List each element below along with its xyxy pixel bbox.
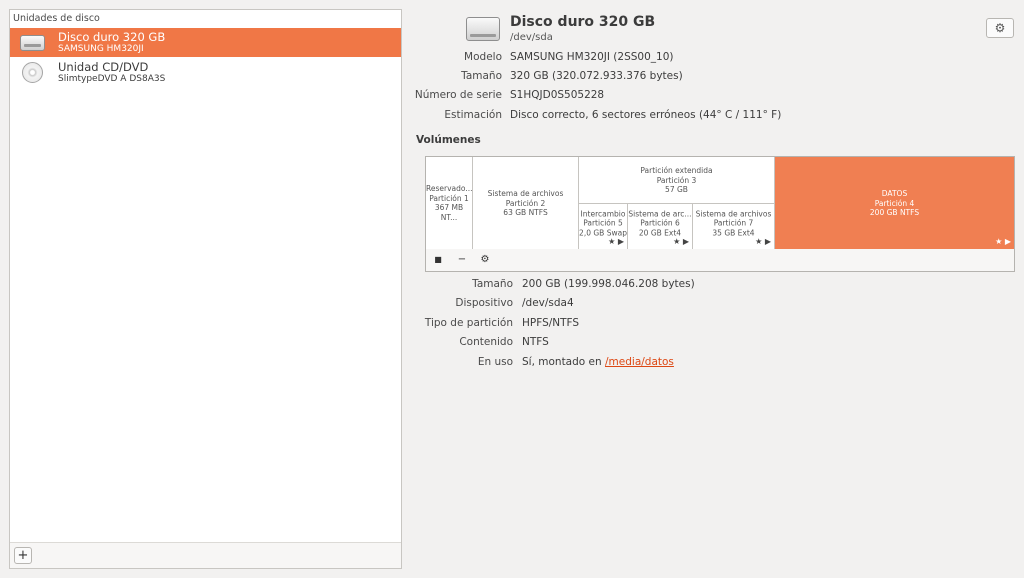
partition-number: Partición 7	[713, 218, 754, 228]
partition-size: 20 GB Ext4	[638, 227, 682, 237]
partition-size: 57 GB	[665, 184, 688, 194]
vol-value-size: 200 GB (199.998.046.208 bytes)	[522, 278, 695, 290]
prop-value-size: 320 GB (320.072.933.376 bytes)	[510, 70, 683, 82]
prop-label-model: Modelo	[464, 51, 502, 63]
partition-label: Intercambio	[580, 208, 626, 218]
partition-number: Partición 6	[640, 218, 680, 228]
disk-device: /dev/sda	[510, 32, 553, 43]
stop-icon[interactable]: ■	[430, 252, 446, 268]
add-button[interactable]: +	[14, 547, 32, 564]
star-play-icon: ★ ▶	[673, 237, 689, 246]
star-play-icon: ★ ▶	[995, 237, 1011, 246]
partition-size: 35 GB Ext4	[712, 227, 755, 237]
partition-label: Partición extendida	[640, 165, 713, 175]
partition-number: Partición 1	[429, 193, 469, 203]
vol-value-type: HPFS/NTFS	[522, 317, 580, 329]
partition-label: Reservado...	[426, 184, 473, 193]
prop-value-model: SAMSUNG HM320JI (2SS00_10)	[510, 51, 674, 63]
partition-label: Sistema de archivos	[487, 188, 564, 198]
partition-6[interactable]: Sistema de arc... Partición 6 20 GB Ext4…	[628, 204, 693, 249]
vol-value-in-use: Sí, montado en /media/datos	[522, 356, 674, 368]
prop-value-serial: S1HQJD0S505228	[510, 89, 605, 101]
drive-model: SAMSUNG HM320JI	[58, 43, 144, 54]
partition-map: Reservado... Partición 1 367 MB NT... Si…	[425, 156, 1015, 250]
vol-label-in-use: En uso	[477, 356, 513, 368]
star-play-icon: ★ ▶	[608, 237, 624, 246]
gear-icon[interactable]: ⚙	[986, 18, 1014, 38]
disk-title: Disco duro 320 GB	[510, 14, 656, 30]
partition-size: 2,0 GB Swap	[579, 227, 627, 237]
partition-number: Partición 2	[505, 198, 546, 208]
partition-extended[interactable]: Partición extendida Partición 3 57 GB	[579, 157, 775, 204]
cd-icon	[20, 61, 46, 84]
partition-1[interactable]: Reservado... Partición 1 367 MB NT...	[426, 157, 473, 249]
partition-size: 63 GB NTFS	[503, 207, 548, 217]
partition-label: Sistema de archivos	[695, 208, 772, 218]
mount-point-link[interactable]: /media/datos	[605, 356, 674, 368]
partition-7[interactable]: Sistema de archivos Partición 7 35 GB Ex…	[693, 204, 775, 249]
partition-number: Partición 3	[656, 175, 697, 185]
partition-number: Partición 4	[874, 198, 915, 208]
prop-label-size: Tamaño	[461, 70, 502, 82]
partition-size: 367 MB NT...	[434, 203, 464, 222]
minus-icon[interactable]: −	[454, 252, 470, 268]
prop-label-serial: Número de serie	[414, 89, 502, 101]
vol-label-content: Contenido	[459, 336, 513, 348]
gear-icon[interactable]: ⚙	[477, 252, 493, 268]
partition-2[interactable]: Sistema de archivos Partición 2 63 GB NT…	[473, 157, 579, 249]
vol-value-device: /dev/sda4	[522, 297, 574, 309]
hdd-icon	[466, 14, 502, 44]
partition-label: DATOS	[881, 188, 908, 198]
partition-label: Sistema de arc...	[628, 208, 692, 218]
vol-label-size: Tamaño	[472, 278, 513, 290]
star-play-icon: ★ ▶	[755, 237, 771, 246]
volumes-title: Volúmenes	[416, 134, 481, 146]
mounted-text: Sí, montado en	[522, 356, 602, 368]
partition-size: 200 GB NTFS	[869, 207, 920, 217]
drive-name: Disco duro 320 GB	[58, 29, 166, 44]
partition-4[interactable]: DATOS Partición 4 200 GB NTFS ★ ▶	[775, 157, 1014, 249]
drive-name: Unidad CD/DVD	[58, 59, 149, 74]
drives-panel-footer: +	[10, 542, 401, 568]
drive-model: SlimtypeDVD A DS8A3S	[58, 73, 166, 84]
hdd-icon	[20, 32, 46, 54]
vol-label-type: Tipo de partición	[424, 317, 513, 329]
prop-value-assessment: Disco correcto, 6 sectores erróneos (44°…	[510, 109, 782, 121]
partition-5[interactable]: Intercambio Partición 5 2,0 GB Swap ★ ▶	[579, 204, 628, 249]
vol-label-device: Dispositivo	[455, 297, 513, 309]
partition-number: Partición 5	[583, 218, 623, 228]
drives-panel-header: Unidades de disco	[13, 13, 100, 24]
vol-value-content: NTFS	[522, 336, 549, 348]
partition-toolbar: ■ − ⚙	[425, 249, 1015, 272]
prop-label-assessment: Estimación	[444, 109, 502, 121]
